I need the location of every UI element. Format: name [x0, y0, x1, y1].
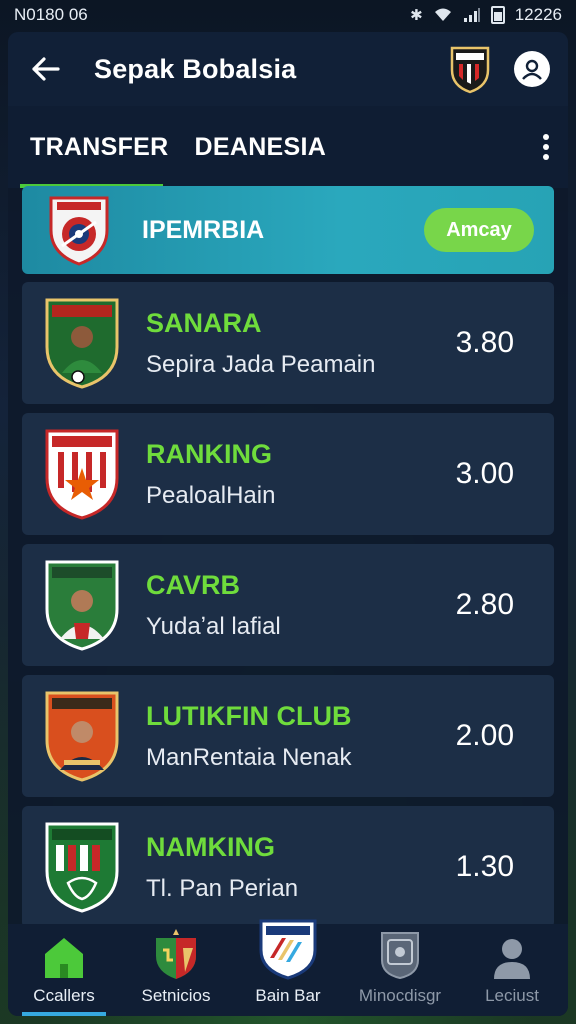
crest-green-player-icon — [45, 298, 119, 389]
club-value: 3.80 — [455, 326, 514, 359]
nav-label: Leciust — [485, 986, 539, 1005]
status-bar: N0180 06 ✱ 12226 — [0, 0, 576, 30]
tab-transfer[interactable]: TRANSFER — [30, 133, 169, 162]
nav-item-leciust[interactable]: Leciust — [456, 928, 568, 1006]
back-button[interactable] — [26, 49, 66, 89]
club-value: 1.30 — [455, 850, 514, 883]
nav-item-setnicios[interactable]: Setnicios — [120, 928, 232, 1006]
more-options-button[interactable] — [538, 134, 554, 160]
club-value: 2.00 — [455, 719, 514, 752]
club-value: 2.80 — [455, 588, 514, 621]
shield-icon — [259, 919, 317, 980]
list-item[interactable]: LUTIKFIN CLUB ManRentaia Nenak 2.00 — [22, 675, 554, 797]
club-crest-icon — [156, 929, 196, 979]
wifi-icon — [434, 8, 451, 21]
more-dot-icon — [543, 144, 549, 150]
nav-item-minocdisgr[interactable]: Minocdisgr — [344, 928, 456, 1006]
club-subtitle: Tl. Pan Perian — [146, 874, 299, 902]
app-window: Sepak Bobalsia TRANSFER DEANESIA IPEMRBI… — [8, 32, 568, 1016]
page-title: Sepak Bobalsia — [94, 53, 297, 84]
club-badge-icon[interactable] — [448, 44, 492, 94]
tab-deanesia[interactable]: DEANESIA — [195, 133, 327, 162]
crest-green-stripes-icon — [45, 822, 119, 913]
crest-orange-player-icon — [45, 691, 119, 782]
user-icon — [494, 939, 530, 979]
club-name: RANKING — [146, 438, 272, 469]
nav-label: Minocdisgr — [358, 986, 442, 1005]
nav-item-ccallers[interactable]: Ccallers — [8, 928, 120, 1016]
home-icon — [45, 938, 83, 978]
club-subtitle: ManRentaia Nenak — [146, 743, 352, 771]
club-name: CAVRB — [146, 569, 240, 600]
club-subtitle: Yudaʼal lafial — [146, 612, 281, 640]
active-nav-indicator — [22, 1012, 106, 1016]
battery-icon — [490, 6, 505, 24]
bottom-navigation: Ccallers Setnicios Bain Bar Minocdisgr L… — [8, 919, 568, 1016]
status-icons: ✱ 12226 — [410, 5, 562, 25]
banner-action-button[interactable]: Amcay — [424, 208, 534, 252]
club-value: 3.00 — [455, 457, 514, 490]
badge-icon — [381, 932, 419, 980]
list-item[interactable]: RANKING PealoalHain 3.00 — [22, 413, 554, 535]
nav-item-bain-bar[interactable]: Bain Bar — [232, 919, 344, 1006]
list-item[interactable]: SANARA Sepira Jada Peamain 3.80 — [22, 282, 554, 404]
arrow-left-icon — [32, 57, 60, 81]
nav-label: Setnicios — [141, 986, 211, 1005]
club-name: SANARA — [146, 307, 262, 338]
more-dot-icon — [543, 154, 549, 160]
banner-title: IPEMRBIA — [142, 215, 265, 244]
list-item[interactable]: NAMKING Tl. Pan Perian 1.30 — [22, 806, 554, 928]
tab-bar: TRANSFER DEANESIA — [8, 106, 568, 188]
crest-green-player-2-icon — [45, 560, 119, 651]
club-name: NAMKING — [146, 831, 275, 862]
status-clock: 12226 — [514, 5, 562, 24]
status-time: N0180 06 — [14, 5, 88, 24]
club-subtitle: Sepira Jada Peamain — [146, 350, 376, 378]
club-name: LUTIKFIN CLUB — [146, 700, 352, 731]
more-dot-icon — [543, 134, 549, 140]
bluetooth-icon: ✱ — [410, 7, 423, 24]
list-item[interactable]: CAVRB Yudaʼal lafial 2.80 — [22, 544, 554, 666]
club-list: SANARA Sepira Jada Peamain 3.80 RANKING … — [22, 282, 554, 937]
banner-crest-icon — [49, 196, 109, 266]
user-icon — [522, 59, 542, 80]
club-subtitle: PealoalHain — [146, 481, 276, 509]
signal-icon — [463, 8, 480, 22]
nav-label: Ccallers — [33, 986, 95, 1005]
app-bar: Sepak Bobalsia — [8, 32, 568, 106]
featured-banner[interactable]: IPEMRBIA Amcay — [22, 186, 554, 274]
crest-red-star-icon — [45, 429, 119, 520]
profile-button[interactable] — [514, 51, 550, 87]
nav-label: Bain Bar — [255, 986, 321, 1005]
